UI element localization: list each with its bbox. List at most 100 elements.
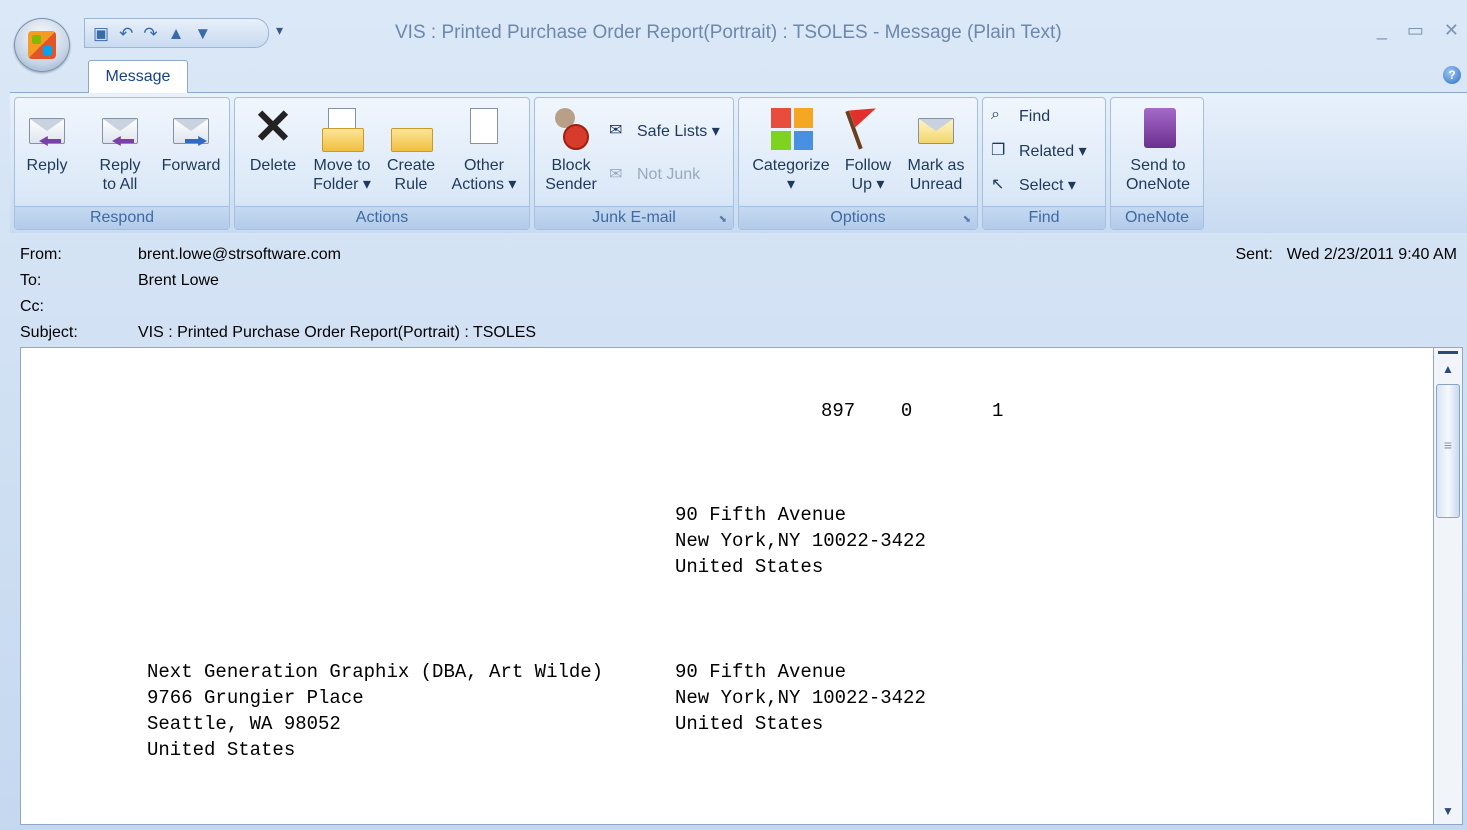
forward-icon [169,106,213,150]
block-sender-icon [549,106,593,150]
related-label: Related ▾ [1019,143,1087,160]
scroll-up-icon[interactable]: ▲ [1434,358,1462,380]
office-button[interactable] [14,18,70,72]
help-icon[interactable]: ? [1443,66,1461,84]
not-junk-icon: ✉ [609,166,623,183]
redo-icon[interactable]: ↷ [143,25,157,42]
categorize-button[interactable]: Categorize ▾ [747,98,835,194]
outlook-message-window: ▣ ↶ ↷ ▲ ▼ ▾ VIS : Printed Purchase Order… [0,0,1467,830]
categorize-label: Categorize [752,157,830,174]
send-to-onenote-button[interactable]: Send to OneNote [1115,98,1201,194]
group-label-onenote: OneNote [1111,206,1203,229]
onenote-label-1: Send to [1130,157,1186,174]
other-label-2: Actions ▾ [451,176,517,193]
to-label: To: [20,272,42,289]
onenote-icon [1136,106,1180,150]
delete-button[interactable]: ✕ Delete [243,98,303,175]
other-label-1: Other [463,157,504,174]
office-logo-icon [28,31,56,59]
from-address[interactable]: brent.lowe@strsoftware.com [138,246,341,264]
ship-to-address: 90 Fifth Avenue New York,NY 10022-3422 U… [675,504,926,578]
group-label-respond: Respond [15,206,229,229]
mark-as-unread-button[interactable]: Mark as Unread [901,98,971,194]
create-rule-button[interactable]: Create Rule [381,98,441,194]
vendor-address: Next Generation Graphix (DBA, Art Wilde)… [147,661,604,761]
cc-label: Cc: [20,298,44,315]
delete-icon: ✕ [252,101,294,154]
block-label-1: Block [551,157,591,174]
customize-toolbar-button[interactable]: ▾ [276,22,283,39]
follow-label-2: Up ▾ [851,176,885,193]
group-respond: Reply Reply to All Forward Respond [14,97,230,230]
window-title: VIS : Printed Purchase Order Report(Port… [395,22,1062,43]
maximize-button[interactable]: ▭ [1407,20,1424,41]
find-label: Find [1019,108,1051,125]
sent-label: Sent: [1235,246,1273,263]
scroll-down-icon[interactable]: ▼ [1434,800,1462,822]
reply-label: Reply [26,157,68,174]
group-options: Categorize ▾ Follow Up ▾ Mark as Unread … [738,97,978,230]
follow-up-button[interactable]: Follow Up ▾ [839,98,897,194]
message-body[interactable]: 897 0 1 90 Fifth Avenue New York,NY 1002… [20,347,1433,825]
onenote-label-2: OneNote [1125,176,1191,193]
create-label-2: Rule [394,176,428,193]
sent-date: Wed 2/23/2011 9:40 AM [1286,246,1457,263]
minimize-button[interactable]: _ [1377,20,1387,41]
reply-all-label-1: Reply [99,157,141,174]
sent-info: Sent: Wed 2/23/2011 9:40 AM [1235,246,1457,264]
forward-label: Forward [161,157,221,174]
reply-all-label-2: to All [102,176,138,193]
order-numbers: 897 0 1 [821,400,1004,422]
up-arrow-icon[interactable]: ▲ [168,25,185,42]
tab-message[interactable]: Message [88,60,188,93]
delete-label: Delete [249,157,297,174]
down-arrow-icon[interactable]: ▼ [194,25,211,42]
reply-icon [25,106,69,150]
move-label-2: Folder ▾ [313,176,371,193]
options-dialog-launcher-icon[interactable]: ⬊ [963,214,971,225]
select-button[interactable]: ↖ Select ▾ [991,174,1076,196]
group-label-find: Find [983,206,1105,229]
vertical-scrollbar[interactable]: ▲ ▼ [1433,347,1463,825]
other-actions-button[interactable]: Other Actions ▾ [445,98,523,194]
group-junk-email: Block Sender ✉ Safe Lists ▾ ✉ Not Junk J… [534,97,734,230]
related-button[interactable]: ❐ Related ▾ [991,140,1087,162]
not-junk-button[interactable]: ✉ Not Junk [609,164,700,186]
split-handle[interactable] [1438,351,1458,354]
cursor-icon: ↖ [991,176,1005,193]
title-bar: ▣ ↶ ↷ ▲ ▼ ▾ VIS : Printed Purchase Order… [0,0,1467,72]
dialog-launcher-icon[interactable]: ⬊ [719,214,727,225]
subject-label: Subject: [20,324,78,341]
categorize-icon [769,106,813,150]
scroll-thumb[interactable] [1436,384,1460,518]
subject-text: VIS : Printed Purchase Order Report(Port… [138,324,537,341]
safe-lists-label: Safe Lists ▾ [637,123,720,140]
related-icon: ❐ [991,142,1006,159]
group-label-options: Options [739,206,977,229]
group-find: ⌕ Find ❐ Related ▾ ↖ Select ▾ Find [982,97,1106,230]
reply-all-button[interactable]: Reply to All [89,98,151,194]
save-icon[interactable]: ▣ [93,25,109,42]
safe-lists-button[interactable]: ✉ Safe Lists ▾ [609,120,720,142]
reply-button[interactable]: Reply [21,98,73,175]
reply-all-icon [98,106,142,150]
ribbon: Reply Reply to All Forward Respond ✕ Del… [10,92,1467,233]
mark-label-1: Mark as [907,157,965,174]
create-label-1: Create [386,157,436,174]
select-label: Select ▾ [1019,177,1076,194]
group-onenote: Send to OneNote OneNote [1110,97,1204,230]
mark-unread-icon [914,106,958,150]
to-recipient[interactable]: Brent Lowe [138,272,219,290]
follow-label-1: Follow [844,157,892,174]
group-label-junk-email: Junk E-mail [535,206,733,229]
forward-button[interactable]: Forward [155,98,227,175]
not-junk-label: Not Junk [637,166,701,183]
close-button[interactable]: ✕ [1444,20,1459,41]
find-button[interactable]: ⌕ Find [991,106,1050,128]
move-to-folder-button[interactable]: Move to Folder ▾ [307,98,377,194]
safe-lists-icon: ✉ [609,122,623,139]
block-sender-button[interactable]: Block Sender [539,98,603,194]
window-controls: _ ▭ ✕ [1377,20,1459,41]
flag-icon [845,106,890,150]
undo-icon[interactable]: ↶ [119,25,133,42]
